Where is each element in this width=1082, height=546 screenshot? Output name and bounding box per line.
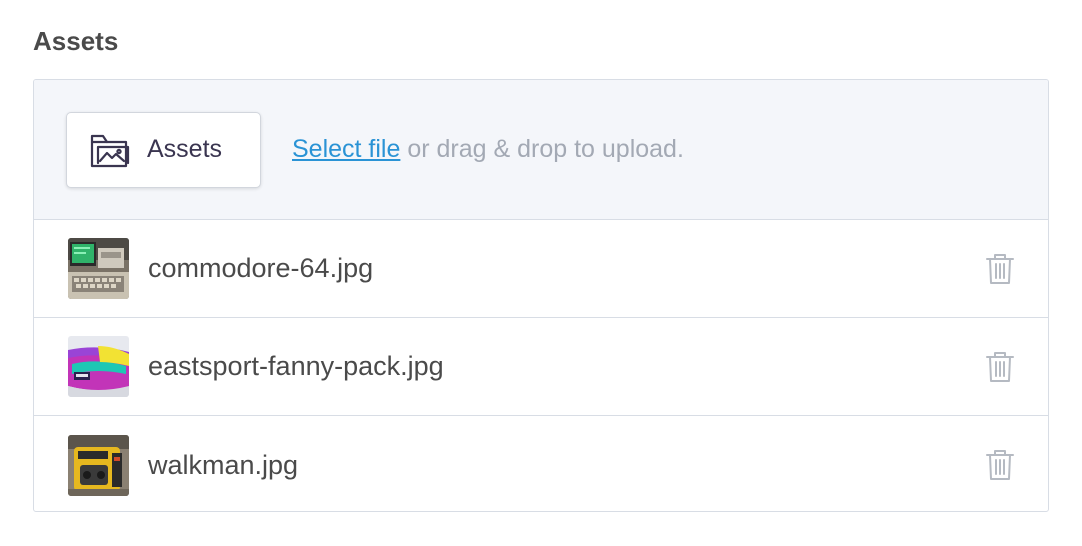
image-folder-icon <box>89 130 131 170</box>
section-title: Assets <box>33 26 119 56</box>
upload-dropzone[interactable]: Assets Select file or drag & drop to upl… <box>34 80 1048 220</box>
walkman-thumbnail <box>68 434 129 496</box>
upload-hint-text: or drag & drop to upload. <box>400 135 684 163</box>
file-row: walkman.jpg <box>34 416 1048 511</box>
fanny-pack-thumbnail <box>68 336 129 397</box>
file-name: commodore-64.jpg <box>148 253 374 283</box>
assets-button-label: Assets <box>147 135 223 163</box>
commodore-64-thumbnail <box>68 238 129 299</box>
file-row: commodore-64.jpg <box>34 220 1048 318</box>
file-name: walkman.jpg <box>148 449 299 480</box>
trash-icon[interactable] <box>985 253 1015 285</box>
file-row: eastsport-fanny-pack.jpg <box>34 318 1048 416</box>
trash-icon[interactable] <box>985 449 1015 481</box>
file-name: eastsport-fanny-pack.jpg <box>148 351 444 381</box>
assets-button[interactable]: Assets <box>66 111 261 188</box>
assets-panel: Assets Select file or drag & drop to upl… <box>33 79 1049 512</box>
trash-icon[interactable] <box>985 351 1015 383</box>
select-file-link[interactable]: Select file <box>292 135 400 163</box>
upload-hint: Select file or drag & drop to upload. <box>292 135 684 164</box>
